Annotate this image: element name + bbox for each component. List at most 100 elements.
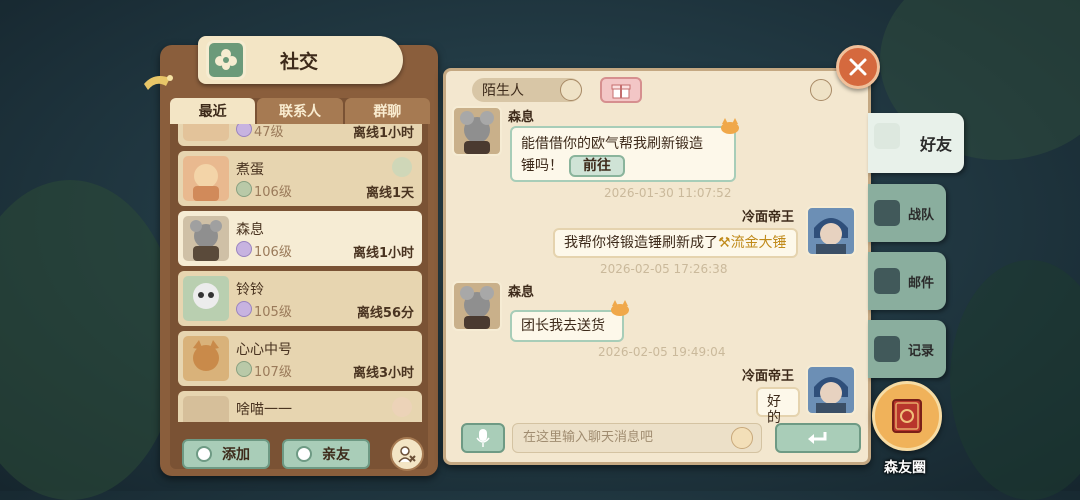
side-tab-team[interactable]: 战队	[868, 184, 946, 242]
gift-icon	[611, 84, 631, 99]
voice-button[interactable]	[461, 423, 505, 453]
message-text: 锤吗！	[521, 158, 563, 174]
tab-recent[interactable]: 最近	[170, 98, 256, 124]
friend-item[interactable]: 啥喵一一	[178, 391, 422, 422]
sender-name: 冷面帝王	[742, 210, 795, 225]
message-bubble: 团长我去送货	[510, 310, 624, 342]
friend-name: 啥喵一一	[236, 402, 292, 418]
friend-name: 煮蛋	[236, 162, 264, 178]
message-timestamp: 2026-01-30 11:07:52	[604, 186, 732, 200]
close-friend-icon	[296, 446, 312, 462]
gift-button[interactable]	[600, 77, 642, 103]
bell-icon[interactable]	[810, 79, 832, 101]
avatar	[183, 276, 229, 321]
level-icon	[236, 361, 252, 377]
side-tab-label: 战队	[907, 207, 934, 223]
background-foliage	[0, 180, 180, 500]
hammer-icon: ⚒	[718, 235, 731, 251]
friend-level: 106级	[254, 245, 292, 260]
friend-status: 离线1小时	[352, 126, 414, 141]
avatar	[183, 336, 229, 381]
message-text: 能借借你的欧气帮我刷新锻造	[521, 136, 703, 152]
forest-circle-button[interactable]	[872, 381, 942, 451]
tab-group-chat[interactable]: 群聊	[344, 98, 430, 124]
enter-icon	[808, 432, 827, 444]
avatar	[183, 216, 229, 261]
friend-list[interactable]: 47级 离线1小时 煮蛋 106级 离线1天 森息 106级 离线1小时 铃铃 …	[172, 124, 424, 422]
friend-level: 47级	[254, 125, 284, 140]
friend-item[interactable]: 森息 106级 离线1小时	[178, 211, 422, 266]
social-flower-icon	[206, 40, 246, 80]
level-icon	[236, 181, 252, 197]
friend-level: 105级	[254, 305, 292, 320]
tag-ornament-icon	[144, 75, 173, 90]
item-name: 流金大锤	[730, 235, 787, 251]
mail-icon	[874, 268, 900, 294]
remove-person-icon	[398, 446, 416, 463]
remove-friend-button[interactable]	[390, 437, 424, 471]
send-button[interactable]	[775, 423, 861, 453]
message-bubble: 我帮你将锻造锤刷新成了⚒流金大锤	[553, 228, 798, 258]
avatar	[183, 124, 229, 141]
avatar[interactable]	[452, 106, 502, 156]
close-friends-button[interactable]: 亲友	[282, 439, 370, 469]
close-friends-label: 亲友	[322, 447, 350, 463]
friend-status: 离线1天	[365, 186, 414, 201]
badge-icon	[392, 157, 412, 177]
message-text: 好的	[767, 394, 781, 426]
side-tab-label: 邮件	[907, 275, 934, 291]
avatar[interactable]	[806, 365, 856, 415]
background-foliage	[950, 260, 1080, 500]
message-text: 我帮你将锻造锤刷新成了	[564, 235, 718, 251]
ghost-icon[interactable]	[560, 79, 582, 101]
stranger-label-text: 陌生人	[482, 83, 524, 99]
side-tab-label: 记录	[907, 343, 934, 359]
close-button[interactable]	[836, 45, 880, 89]
badge-icon	[392, 397, 412, 417]
sender-name: 森息	[508, 285, 535, 300]
friend-status: 离线56分	[356, 306, 414, 321]
friend-item[interactable]: 心心中号 107级 离线3小时	[178, 331, 422, 386]
social-tabs: 最近 联系人 群聊	[170, 98, 430, 124]
message-timestamp: 2026-02-05 19:49:04	[598, 345, 726, 359]
microphone-icon	[476, 429, 490, 447]
page-title: 社交	[280, 51, 319, 73]
side-tab-mail[interactable]: 邮件	[868, 252, 946, 310]
friend-item[interactable]: 煮蛋 106级 离线1天	[178, 151, 422, 206]
cat-decoration-icon	[721, 118, 739, 134]
side-tab-record[interactable]: 记录	[868, 320, 946, 378]
friend-item[interactable]: 铃铃 105级 离线56分	[178, 271, 422, 326]
level-icon	[236, 124, 252, 137]
message-bubble: 好的	[756, 387, 800, 426]
friend-name: 心心中号	[236, 342, 292, 358]
sender-name: 森息	[508, 110, 535, 125]
add-friend-button[interactable]: 添加	[182, 439, 270, 469]
add-button-label: 添加	[222, 447, 250, 463]
friend-name: 铃铃	[236, 282, 264, 298]
close-icon	[849, 58, 867, 76]
side-tab-friends[interactable]: 好友	[868, 113, 964, 173]
message-bubble: 能借借你的欧气帮我刷新锻造 锤吗！ 前往	[510, 126, 736, 182]
cat-decoration-icon	[611, 300, 629, 316]
chat-input[interactable]: 在这里输入聊天消息吧	[512, 423, 762, 453]
sender-name: 冷面帝王	[742, 369, 795, 384]
emoji-icon[interactable]	[731, 427, 753, 449]
friend-item[interactable]: 47级 离线1小时	[178, 124, 422, 146]
avatar[interactable]	[806, 206, 856, 256]
book-icon	[892, 399, 922, 433]
friends-icon	[874, 123, 900, 149]
friend-name: 森息	[236, 222, 264, 238]
avatar	[183, 396, 229, 422]
friend-status: 离线3小时	[352, 366, 414, 381]
level-icon	[236, 241, 252, 257]
record-icon	[874, 336, 900, 362]
avatar[interactable]	[452, 281, 502, 331]
message-text: 团长我去送货	[521, 318, 605, 334]
avatar	[183, 156, 229, 201]
message-timestamp: 2026-02-05 17:26:38	[600, 262, 728, 276]
go-to-button[interactable]: 前往	[569, 155, 625, 177]
level-icon	[236, 301, 252, 317]
friend-level: 107级	[254, 365, 292, 380]
tab-contacts[interactable]: 联系人	[257, 98, 343, 124]
friend-status: 离线1小时	[352, 246, 414, 261]
